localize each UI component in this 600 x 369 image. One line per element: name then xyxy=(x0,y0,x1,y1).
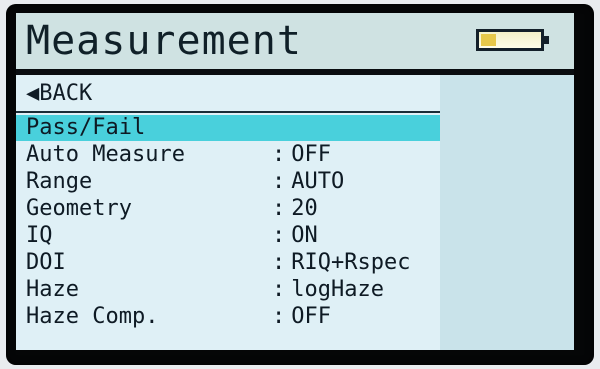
menu-item-label: Haze xyxy=(26,277,79,302)
menu-item-haze[interactable]: Haze : logHaze xyxy=(16,277,440,303)
menu-item-value: AUTO xyxy=(291,169,345,194)
menu-panel: ◀BACK Pass/Fail Auto Measure : OFF Range … xyxy=(16,75,574,350)
menu-item-label: DOI xyxy=(26,250,66,275)
menu-item-value: RIQ+Rspec xyxy=(291,250,411,275)
menu-list: ◀BACK Pass/Fail Auto Measure : OFF Range … xyxy=(16,75,440,350)
battery-fill xyxy=(481,34,496,46)
menu-item-label: IQ xyxy=(26,223,53,248)
menu-item-label: Geometry xyxy=(26,196,132,221)
menu-item-value: ON xyxy=(291,223,318,248)
battery-terminal xyxy=(544,36,549,44)
menu-item-value: 20 xyxy=(291,196,318,221)
menu-divider xyxy=(16,111,440,113)
menu-item-iq[interactable]: IQ : ON xyxy=(16,223,440,249)
back-button[interactable]: ◀BACK xyxy=(26,81,92,107)
menu-item-doi[interactable]: DOI : RIQ+Rspec xyxy=(16,250,440,276)
menu-item-label: Range xyxy=(26,169,93,194)
menu-item-label: Haze Comp. xyxy=(26,304,159,329)
menu-item-label: Pass/Fail xyxy=(26,115,146,140)
page-title: Measurement xyxy=(26,18,302,64)
battery-icon xyxy=(476,29,549,51)
side-panel xyxy=(440,75,574,350)
menu-item-geometry[interactable]: Geometry :20 xyxy=(16,196,440,222)
menu-item-auto-measure[interactable]: Auto Measure : OFF xyxy=(16,142,440,168)
device-screen: Measurement ◀BACK Pass/Fail Auto Measure… xyxy=(16,13,574,350)
menu-item-pass-fail[interactable]: Pass/Fail xyxy=(16,115,440,141)
menu-item-haze-comp[interactable]: Haze Comp. : OFF xyxy=(16,304,440,330)
menu-item-range[interactable]: Range : AUTO xyxy=(16,169,440,195)
menu-item-value: OFF xyxy=(291,304,331,329)
menu-item-label: Auto Measure xyxy=(26,142,185,167)
menu-item-value: logHaze xyxy=(291,277,384,302)
menu-item-value: OFF xyxy=(291,142,331,167)
header-bar: Measurement xyxy=(16,13,574,69)
